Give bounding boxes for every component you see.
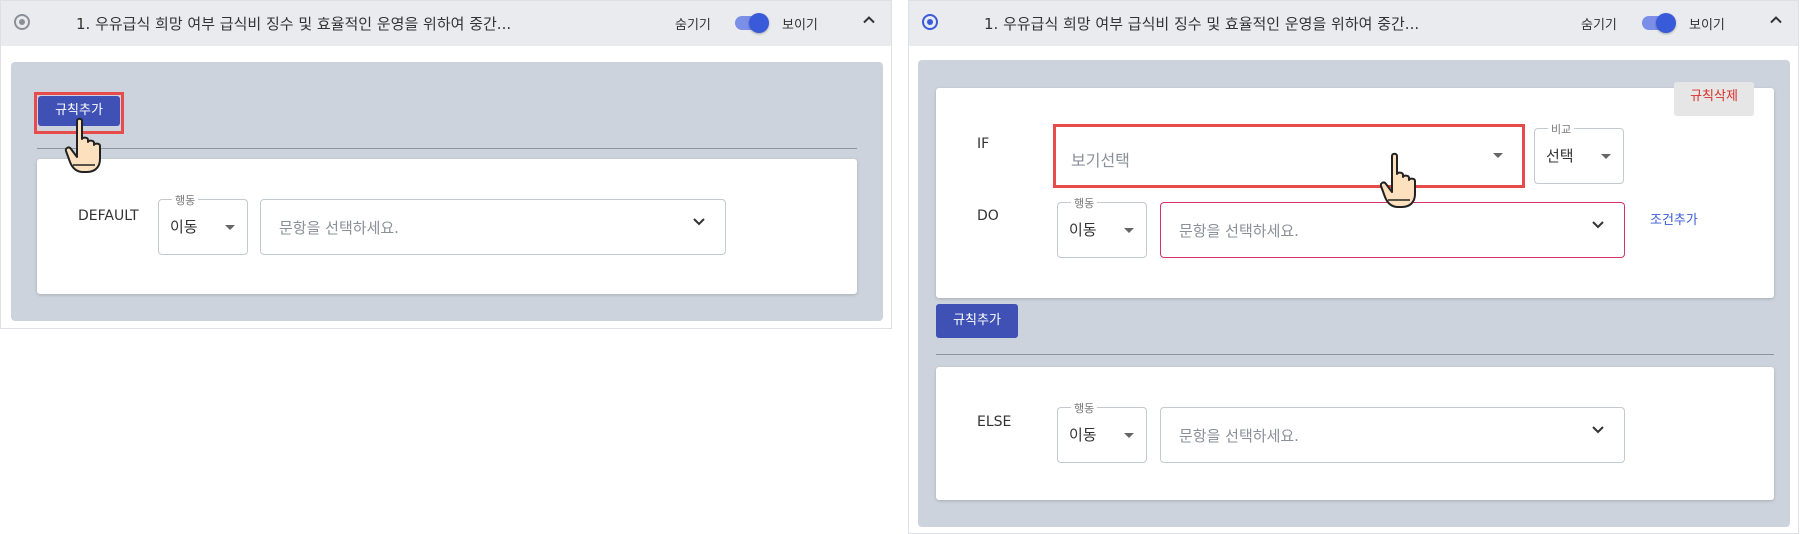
show-label: 보이기 [782, 18, 818, 33]
else-rule-card: ELSE 행동 이동 문항을 선택하세요. [936, 367, 1774, 500]
radio-icon[interactable] [14, 14, 30, 30]
action-value: 이동 [1069, 221, 1097, 239]
rule-area: 규칙삭제 IF 보기선택 비교 선택 DO 행동 이동 문항을 선택하세요. 조… [918, 60, 1790, 527]
question-placeholder: 문항을 선택하세요. [1179, 222, 1299, 240]
action-legend: 행동 [1071, 400, 1098, 416]
radio-icon[interactable] [922, 14, 938, 30]
option-select[interactable]: 보기선택 [1057, 128, 1521, 184]
question-title: 1. 우유급식 희망 여부 급식비 징수 및 효율적인 운영을 위하여 중간..… [984, 15, 1420, 33]
divider [37, 148, 857, 149]
caret-down-icon [1124, 433, 1134, 438]
delete-rule-button[interactable]: 규칙삭제 [1674, 82, 1754, 116]
target-question-select[interactable]: 문항을 선택하세요. [260, 199, 726, 255]
caret-down-icon [1124, 228, 1134, 233]
add-rule-button[interactable]: 규칙추가 [936, 304, 1018, 338]
question-header: 1. 우유급식 희망 여부 급식비 징수 및 효율적인 운영을 위하여 중간..… [909, 1, 1798, 46]
chevron-down-icon [691, 213, 707, 234]
action-select[interactable]: 행동 이동 [158, 192, 248, 255]
visibility-toggle[interactable] [1642, 13, 1676, 33]
caret-down-icon [225, 225, 235, 230]
question-header: 1. 우유급식 희망 여부 급식비 징수 및 효율적인 운영을 위하여 중간..… [1, 1, 891, 46]
visibility-toggle[interactable] [735, 13, 769, 33]
default-rule-card: DEFAULT 행동 이동 문항을 선택하세요. [37, 159, 857, 294]
action-select[interactable]: 행동 이동 [1057, 195, 1147, 258]
show-label: 보이기 [1689, 18, 1725, 33]
question-placeholder: 문항을 선택하세요. [1179, 427, 1299, 445]
question-placeholder: 문항을 선택하세요. [279, 219, 399, 237]
if-rule-card: 규칙삭제 IF 보기선택 비교 선택 DO 행동 이동 문항을 선택하세요. 조… [936, 82, 1774, 298]
chevron-up-icon[interactable] [1769, 13, 1783, 31]
action-value: 이동 [170, 218, 198, 236]
chevron-down-icon [1590, 216, 1606, 237]
default-label: DEFAULT [78, 208, 139, 224]
hide-label: 숨기기 [1581, 18, 1617, 33]
do-label: DO [977, 208, 999, 224]
compare-value: 선택 [1546, 147, 1574, 165]
divider [936, 354, 1774, 355]
option-placeholder: 보기선택 [1071, 151, 1130, 170]
hide-label: 숨기기 [675, 18, 711, 33]
action-value: 이동 [1069, 426, 1097, 444]
question-panel-right: 1. 우유급식 희망 여부 급식비 징수 및 효율적인 운영을 위하여 중간..… [908, 0, 1799, 534]
hand-pointer-icon [63, 117, 109, 179]
compare-select[interactable]: 비교 선택 [1534, 121, 1624, 184]
add-condition-link[interactable]: 조건추가 [1650, 209, 1698, 228]
caret-down-icon [1601, 154, 1611, 159]
compare-legend: 비교 [1548, 121, 1575, 137]
if-label: IF [977, 136, 990, 152]
caret-down-icon [1493, 153, 1503, 158]
chevron-up-icon[interactable] [862, 13, 876, 31]
question-title: 1. 우유급식 희망 여부 급식비 징수 및 효율적인 운영을 위하여 중간..… [76, 15, 512, 33]
chevron-down-icon [1590, 421, 1606, 442]
target-question-select[interactable]: 문항을 선택하세요. [1160, 407, 1625, 463]
else-label: ELSE [977, 414, 1012, 430]
hand-pointer-icon [1378, 152, 1424, 214]
action-legend: 행동 [172, 192, 199, 208]
action-select[interactable]: 행동 이동 [1057, 400, 1147, 463]
rule-area: 규칙추가 DEFAULT 행동 이동 문항을 선택하세요. [11, 62, 883, 321]
action-legend: 행동 [1071, 195, 1098, 211]
question-panel-left: 1. 우유급식 희망 여부 급식비 징수 및 효율적인 운영을 위하여 중간..… [0, 0, 892, 329]
